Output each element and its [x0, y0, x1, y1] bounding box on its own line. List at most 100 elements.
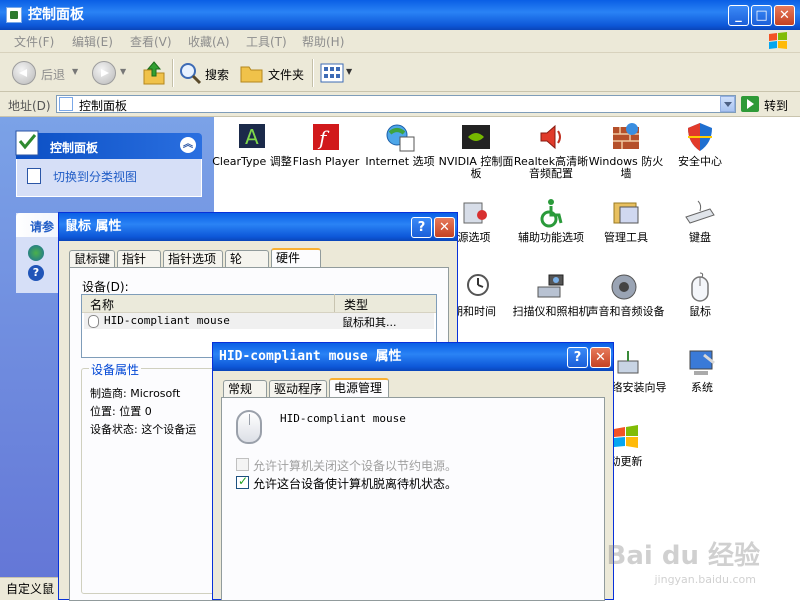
- switch-category-view-link[interactable]: 切换到分类视图: [53, 168, 137, 185]
- cp-item-security-center[interactable]: 安全中心: [660, 121, 740, 168]
- menu-view[interactable]: 查看(V): [130, 33, 172, 50]
- see-also-header: 请参: [30, 220, 55, 234]
- folders-icon[interactable]: [240, 63, 264, 83]
- power-management-panel: HID-compliant mouse 允许计算机关闭这个设备以节约电源。 允许…: [221, 397, 605, 601]
- tab-driver[interactable]: 驱动程序: [269, 380, 327, 398]
- cp-item-nvidia[interactable]: NVIDIA 控制面板: [436, 121, 516, 180]
- cp-item-firewall[interactable]: Windows 防火墙: [586, 121, 666, 180]
- back-button-label[interactable]: 后退: [41, 66, 65, 83]
- device-properties-label: 设备属性: [89, 361, 142, 378]
- hid-dialog-help-button[interactable]: ?: [567, 347, 588, 368]
- up-folder-icon[interactable]: [142, 60, 166, 86]
- tab-pointer-options[interactable]: 指针选项: [163, 250, 223, 268]
- tab-hardware[interactable]: 硬件: [271, 248, 321, 268]
- task-panel-title: 控制面板: [50, 141, 99, 155]
- device-name-cell: HID-compliant mouse: [104, 314, 230, 327]
- menu-bar: 文件(F) 编辑(E) 查看(V) 收藏(A) 工具(T) 帮助(H): [0, 30, 800, 53]
- hid-mouse-icon: [236, 410, 262, 444]
- control-panel-small-icon: [59, 97, 73, 111]
- cp-item-admin-tools[interactable]: 管理工具: [586, 197, 666, 244]
- address-input[interactable]: 控制面板: [56, 95, 736, 113]
- column-header-type[interactable]: 类型: [344, 296, 368, 313]
- windows-logo-icon: [769, 32, 787, 49]
- help-icon[interactable]: ?: [28, 265, 44, 281]
- mouse-dialog-title-bar[interactable]: 鼠标 属性 ? ✕: [59, 213, 457, 241]
- realtek-icon: [540, 124, 561, 150]
- go-arrow-icon[interactable]: [741, 96, 759, 112]
- cp-item-system[interactable]: 系统: [662, 347, 742, 394]
- hid-dialog-title-bar[interactable]: HID-compliant mouse 属性 ? ✕: [213, 343, 613, 371]
- hid-dialog-title: HID-compliant mouse 属性: [219, 349, 402, 364]
- task-panel-body: 切换到分类视图: [16, 159, 202, 197]
- cp-item-flash[interactable]: f Flash Player: [286, 121, 366, 168]
- update-icon: [614, 425, 638, 448]
- windows-update-icon[interactable]: [28, 245, 44, 261]
- manufacturer-text: 制造商: Microsoft: [90, 387, 181, 400]
- menu-edit[interactable]: 编辑(E): [72, 33, 113, 50]
- main-title-bar[interactable]: 控制面板 _ □ ✕: [0, 0, 800, 30]
- address-value: 控制面板: [79, 99, 128, 113]
- shield-icon: [688, 123, 712, 151]
- firewall-icon: [613, 123, 639, 149]
- baidu-watermark: Bai du 经验: [606, 541, 761, 571]
- folders-button-label[interactable]: 文件夹: [268, 66, 304, 83]
- tab-general[interactable]: 常规: [223, 380, 267, 398]
- baidu-watermark-url: jingyan.baidu.com: [654, 573, 756, 586]
- tab-mouse-buttons[interactable]: 鼠标键: [69, 250, 115, 268]
- close-button[interactable]: ✕: [774, 5, 795, 26]
- cp-item-keyboard[interactable]: 键盘: [660, 197, 740, 244]
- speaker-icon: [611, 274, 637, 300]
- cp-item-scanners[interactable]: 扫描仪和照相机: [511, 271, 591, 318]
- column-header-name[interactable]: 名称: [90, 296, 114, 313]
- nvidia-icon: [462, 125, 490, 149]
- clock-icon: [467, 274, 489, 296]
- views-dropdown-icon[interactable]: ▼: [346, 67, 352, 76]
- go-button-label[interactable]: 转到: [764, 97, 788, 114]
- menu-file[interactable]: 文件(F): [14, 33, 54, 50]
- mouse-dialog-close-button[interactable]: ✕: [434, 217, 455, 238]
- cleartype-icon: A: [239, 124, 265, 149]
- tab-wheel[interactable]: 轮: [225, 250, 269, 268]
- mouse-device-icon: [88, 315, 99, 328]
- device-status-text: 设备状态: 这个设备运: [90, 423, 197, 436]
- search-button-label[interactable]: 搜索: [205, 66, 229, 83]
- cp-item-accessibility[interactable]: 辅助功能选项: [511, 197, 591, 244]
- back-dropdown-icon[interactable]: ▼: [72, 67, 78, 76]
- forward-arrow-icon[interactable]: [92, 61, 116, 85]
- allow-wake-checkbox[interactable]: [236, 474, 249, 489]
- hid-device-name: HID-compliant mouse: [280, 412, 406, 425]
- menu-tools[interactable]: 工具(T): [246, 33, 287, 50]
- toolbar: 后退 ▼ ▼ 搜索 文件夹 ▼: [0, 53, 800, 92]
- admin-tools-icon: [613, 202, 639, 224]
- cp-item-mouse[interactable]: 鼠标: [660, 271, 740, 318]
- device-type-cell: 鼠标和其...: [342, 316, 397, 329]
- views-icon[interactable]: [320, 63, 344, 83]
- address-label: 地址(D): [8, 99, 51, 113]
- control-panel-large-icon: [15, 130, 39, 156]
- menu-help[interactable]: 帮助(H): [302, 33, 344, 50]
- menu-favorites[interactable]: 收藏(A): [188, 33, 230, 50]
- cp-item-sounds[interactable]: 声音和音频设备: [586, 271, 666, 318]
- table-row[interactable]: HID-compliant mouse 鼠标和其...: [84, 313, 434, 329]
- maximize-button[interactable]: □: [751, 5, 772, 26]
- tab-power-management[interactable]: 电源管理: [329, 378, 389, 398]
- back-arrow-icon[interactable]: [12, 61, 36, 85]
- network-icon: [617, 351, 639, 374]
- accessibility-icon: [540, 199, 563, 228]
- tab-pointers[interactable]: 指针: [117, 250, 161, 268]
- hid-dialog-close-button[interactable]: ✕: [590, 347, 611, 368]
- mouse-dialog-help-button[interactable]: ?: [411, 217, 432, 238]
- cp-item-cleartype[interactable]: A ClearType 调整: [212, 121, 292, 168]
- forward-dropdown-icon[interactable]: ▼: [120, 67, 126, 76]
- switch-view-icon: [27, 168, 41, 184]
- search-icon[interactable]: [178, 61, 202, 85]
- allow-power-off-checkbox[interactable]: [236, 458, 249, 471]
- task-panel-header[interactable]: 控制面板 ︽: [15, 130, 202, 159]
- collapse-chevron-icon[interactable]: ︽: [180, 137, 196, 153]
- cp-item-realtek[interactable]: Realtek高清晰音频配置: [511, 121, 591, 180]
- cp-item-internet-options[interactable]: Internet 选项: [360, 121, 440, 168]
- mouse-dialog-title: 鼠标 属性: [65, 219, 122, 234]
- minimize-button[interactable]: _: [728, 5, 749, 26]
- system-icon: [689, 350, 715, 375]
- address-dropdown-button[interactable]: [720, 96, 735, 112]
